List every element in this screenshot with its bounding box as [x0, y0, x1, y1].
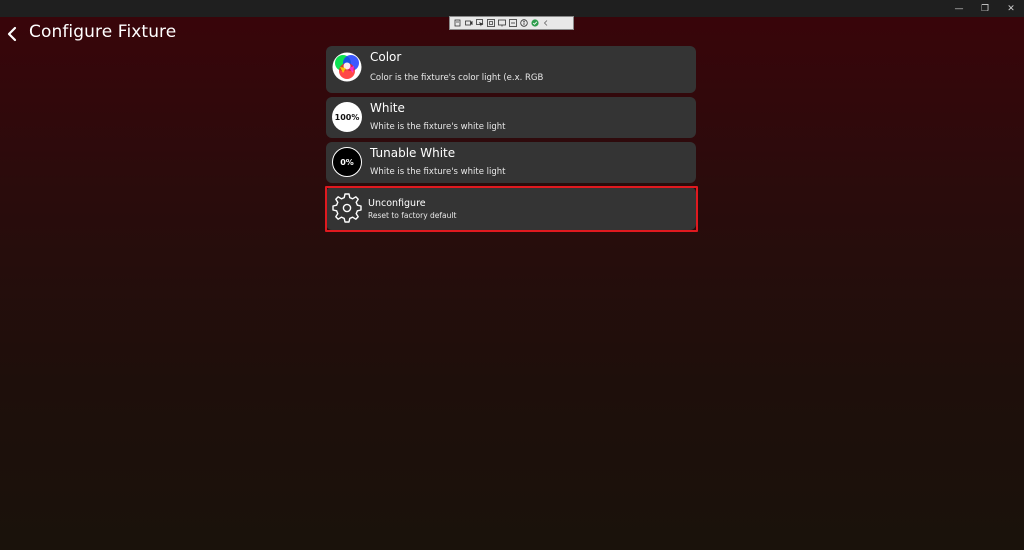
live-tree-icon[interactable] — [454, 19, 462, 27]
chevron-left-icon — [7, 26, 17, 42]
option-description: White is the fixture's white light — [370, 122, 506, 132]
option-tunable-white[interactable]: 0% Tunable White White is the fixture's … — [326, 142, 696, 183]
minimize-button[interactable]: — — [946, 0, 972, 17]
option-title: Color — [370, 50, 402, 64]
option-white[interactable]: 100% White White is the fixture's white … — [326, 97, 696, 138]
tunable-white-badge: 0% — [332, 147, 362, 177]
option-description: Color is the fixture's color light (e.x.… — [370, 73, 544, 83]
option-description: White is the fixture's white light — [370, 167, 506, 177]
white-level-badge: 100% — [332, 102, 362, 132]
option-color[interactable]: Color Color is the fixture's color light… — [326, 46, 696, 93]
rgb-color-wheel-icon — [332, 52, 362, 82]
window-title-bar: — ❐ ✕ — [0, 0, 1024, 17]
selection-highlight — [325, 186, 698, 232]
back-button[interactable] — [4, 24, 20, 44]
option-title: White — [370, 101, 405, 115]
camera-icon[interactable] — [465, 19, 473, 27]
page-title: Configure Fixture — [29, 22, 177, 42]
status-ok-icon[interactable] — [531, 19, 539, 27]
restore-button[interactable]: ❐ — [972, 0, 998, 17]
debug-toolbar — [449, 16, 574, 30]
collapse-toolbar-icon[interactable] — [542, 19, 550, 27]
tunable-white-icon: 0% — [332, 147, 362, 177]
close-button[interactable]: ✕ — [998, 0, 1024, 17]
select-element-icon[interactable] — [476, 19, 484, 27]
white-level-icon: 100% — [332, 102, 362, 132]
track-focus-icon[interactable] — [498, 19, 506, 27]
window-controls: — ❐ ✕ — [946, 0, 1024, 17]
accessibility-icon[interactable] — [520, 19, 528, 27]
binding-failures-icon[interactable] — [509, 19, 517, 27]
display-layout-icon[interactable] — [487, 19, 495, 27]
option-title: Tunable White — [370, 146, 456, 160]
